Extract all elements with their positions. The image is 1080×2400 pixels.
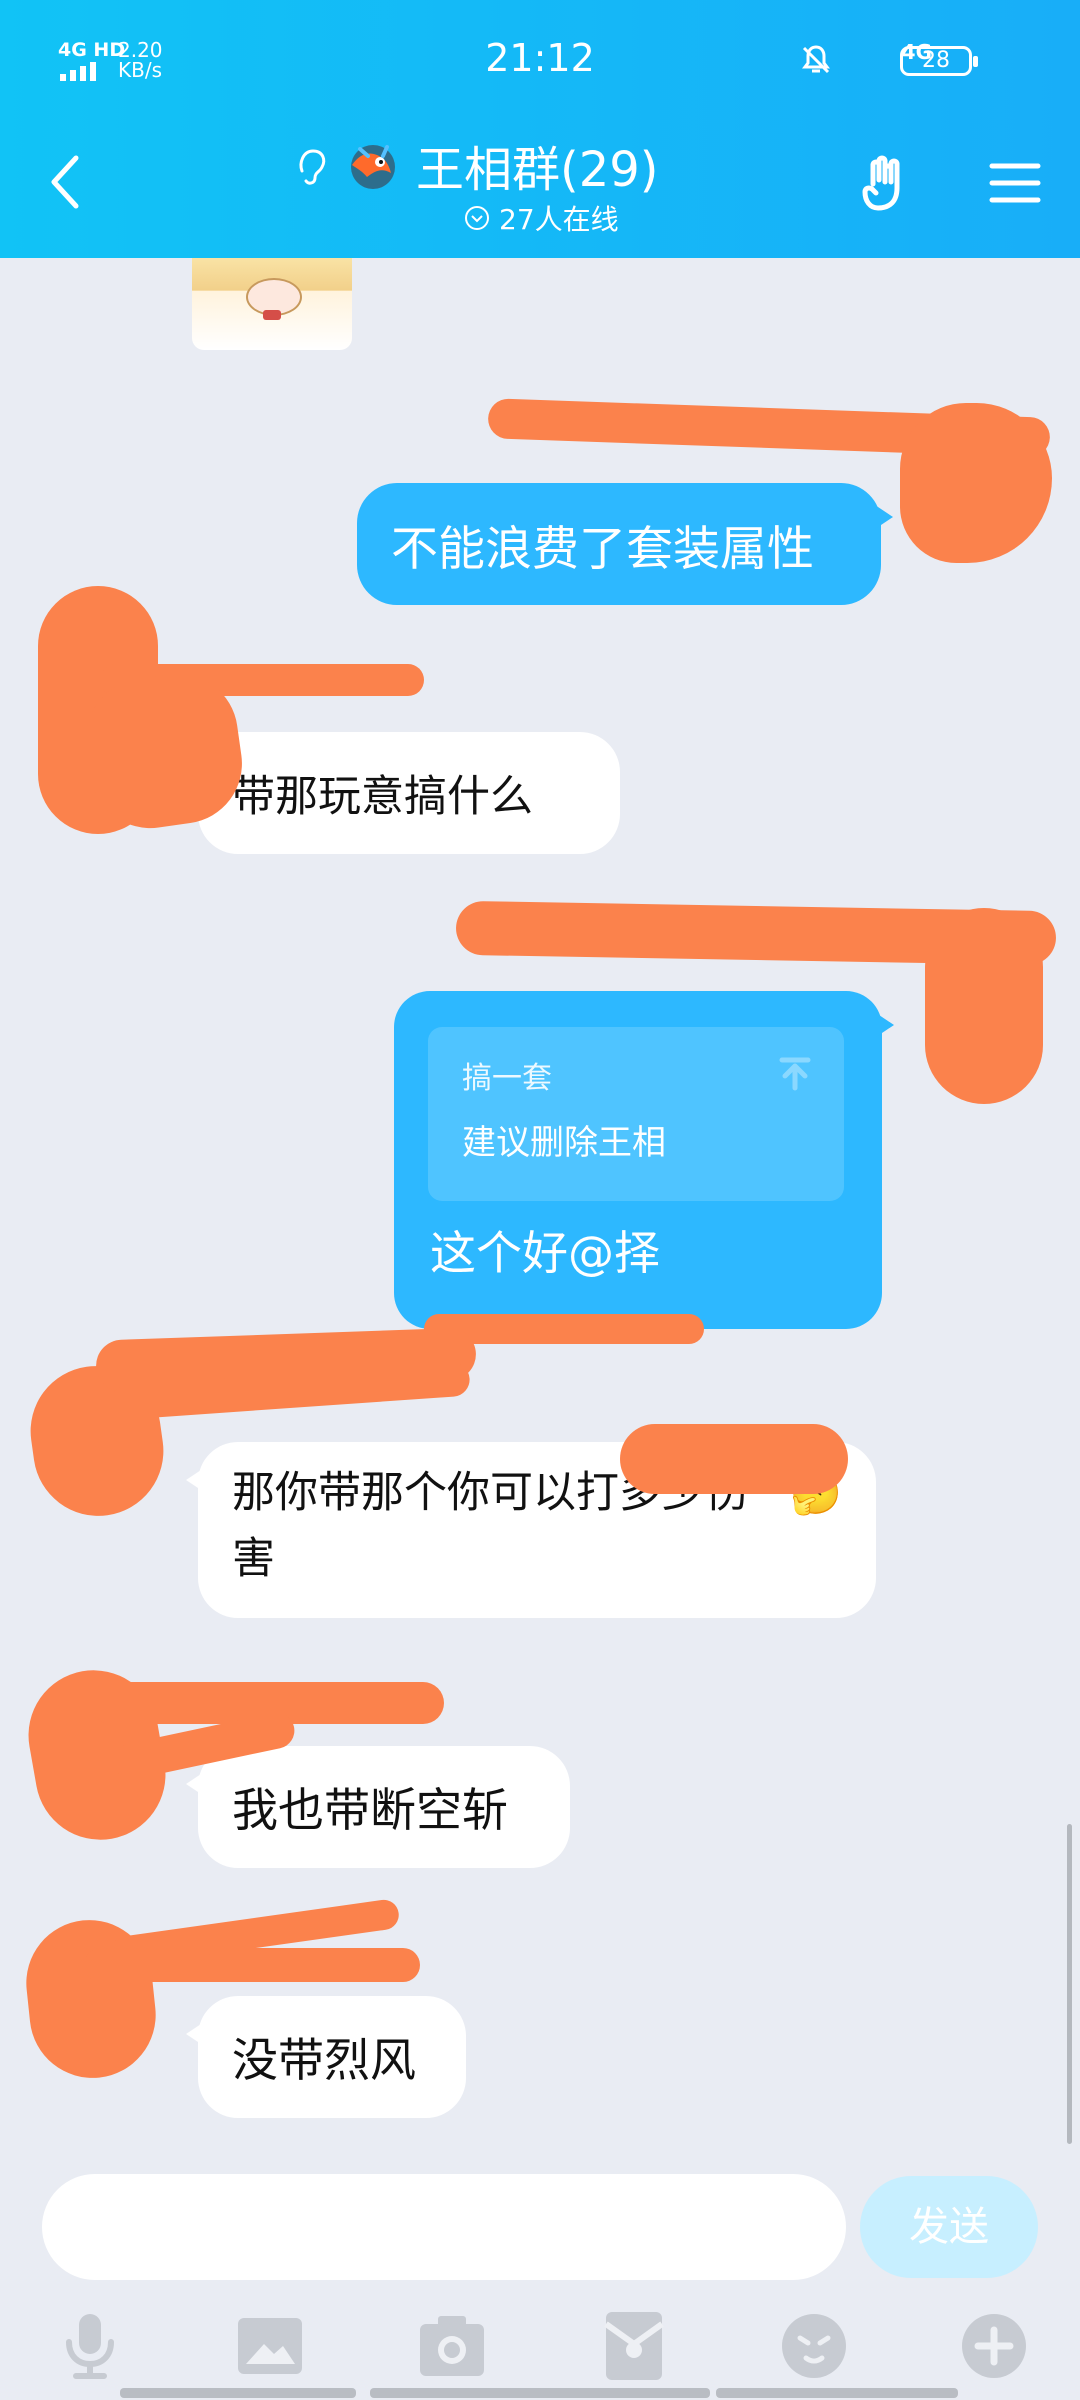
battery-indicator: 28 bbox=[900, 46, 978, 76]
mute-bell-icon bbox=[802, 45, 830, 74]
message-input[interactable] bbox=[42, 2174, 846, 2280]
dragon-avatar-icon bbox=[351, 145, 395, 189]
chevron-down-circle-icon bbox=[465, 206, 489, 230]
online-status[interactable]: 27人在线 bbox=[463, 198, 619, 238]
online-count: 27人在线 bbox=[499, 203, 619, 236]
back-icon[interactable] bbox=[42, 150, 86, 214]
message-bubble-in[interactable]: 没带烈风 bbox=[186, 1996, 466, 2118]
chat-header: 4G HD 2.20 KB/s 21:12 4G 28 王相群(29) 27人在… bbox=[0, 0, 1080, 258]
message-text: 我也带断空斩 bbox=[232, 1783, 508, 1837]
gesture-bar-segment bbox=[120, 2388, 356, 2398]
rock-hand-icon[interactable] bbox=[860, 150, 920, 214]
group-title: 王相群(29) bbox=[416, 142, 659, 198]
quote-card[interactable]: 搞一套 建议删除王相 bbox=[428, 1027, 844, 1201]
image-icon[interactable] bbox=[232, 2308, 308, 2384]
gesture-bar-segment bbox=[370, 2388, 710, 2398]
red-envelope-icon[interactable] bbox=[596, 2308, 672, 2384]
emoji-icon[interactable] bbox=[776, 2308, 852, 2384]
message-bubble-in[interactable]: 带那玩意搞什么 bbox=[186, 732, 620, 854]
send-button[interactable]: 发送 bbox=[860, 2176, 1038, 2278]
jump-to-top-icon[interactable] bbox=[774, 1053, 816, 1095]
microphone-icon[interactable] bbox=[52, 2308, 128, 2384]
quote-title: 搞一套 bbox=[462, 1061, 552, 1096]
gesture-bar-segment bbox=[716, 2388, 958, 2398]
redaction-mark bbox=[925, 908, 1043, 1104]
message-text: 这个好@择 bbox=[430, 1226, 660, 1280]
composer-bar: 发送 bbox=[0, 2168, 1080, 2400]
chat-title-row[interactable]: 王相群(29) bbox=[290, 130, 659, 200]
scrollbar[interactable] bbox=[1067, 1824, 1072, 2144]
plus-icon[interactable] bbox=[956, 2308, 1032, 2384]
menu-icon[interactable] bbox=[988, 160, 1042, 206]
ear-icon bbox=[299, 149, 326, 185]
message-list[interactable]: 不能浪费了套装属性 带那玩意搞什么 搞一套 建议删除王相 这个好@择 那你带那个… bbox=[0, 258, 1080, 2168]
message-text: 带那玩意搞什么 bbox=[232, 772, 533, 822]
redaction-mark bbox=[620, 1424, 848, 1494]
message-text: 不能浪费了套装属性 bbox=[391, 521, 814, 577]
quoted-message-bubble[interactable]: 搞一套 建议删除王相 这个好@择 bbox=[394, 991, 894, 1329]
camera-icon[interactable] bbox=[414, 2308, 490, 2384]
message-bubble-in[interactable]: 我也带断空斩 bbox=[186, 1746, 570, 1868]
quote-text: 建议删除王相 bbox=[462, 1123, 666, 1163]
message-text: 没带烈风 bbox=[232, 2033, 416, 2087]
redaction-mark bbox=[900, 403, 1052, 563]
sender-avatar[interactable] bbox=[192, 258, 352, 350]
message-bubble-out[interactable]: 不能浪费了套装属性 bbox=[357, 483, 893, 605]
